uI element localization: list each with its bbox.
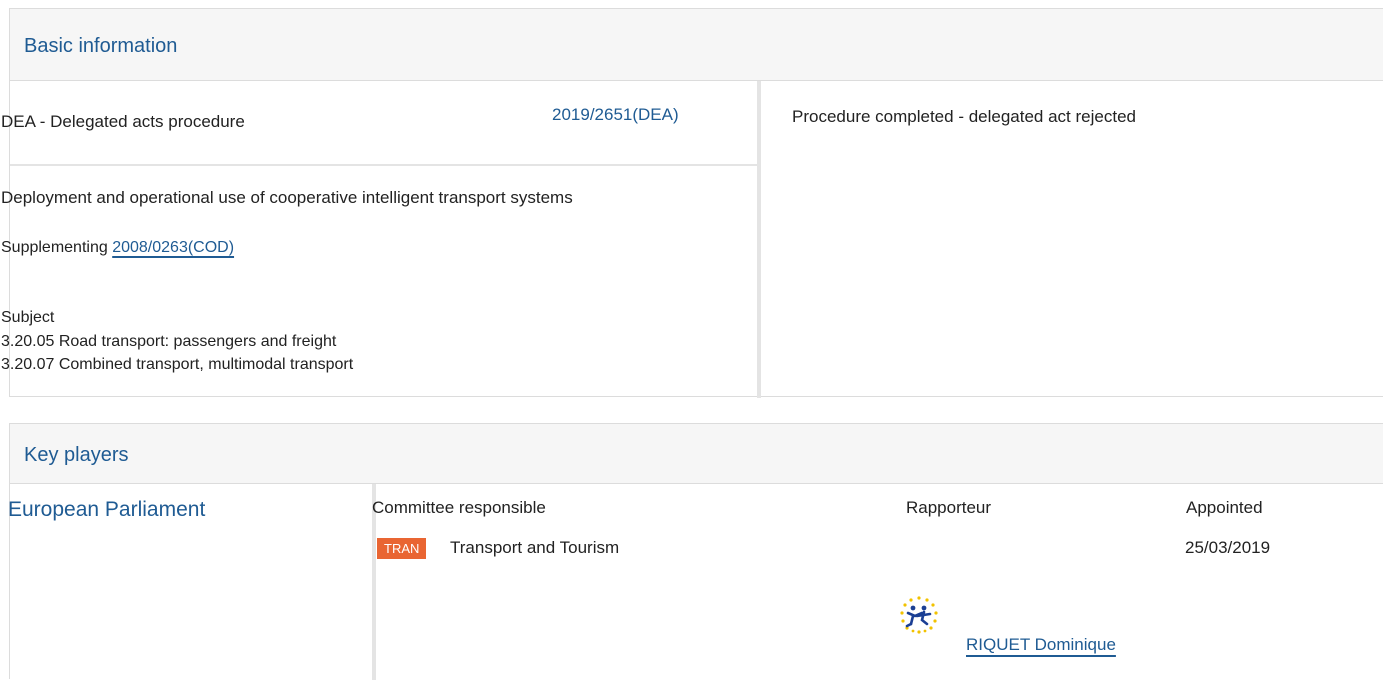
appointed-date: 25/03/2019 [1185,538,1271,557]
basic-information-left-column: DEA - Delegated acts procedure 2019/2651… [1,81,761,398]
appointed-column-header: Appointed [1186,498,1263,517]
basic-information-header: Basic information [10,9,1383,81]
key-players-panel: Key players European Parliament Committe… [8,423,1383,680]
procedure-reference-link[interactable]: 2019/2651(DEA) [552,105,679,125]
procedure-title: Deployment and operational use of cooper… [1,188,573,207]
supplementing-reference-link[interactable]: 2008/0263(COD) [112,239,234,256]
supplementing-label: Supplementing [1,239,108,256]
subject-label: Subject [1,309,55,326]
committee-column-header: Committee responsible [372,498,546,517]
committee-name: Transport and Tourism [450,538,620,557]
institution-label: European Parliament [8,498,206,521]
basic-information-panel: Basic information DEA - Delegated acts p… [1,8,1383,398]
subject-item: 3.20.05 Road transport: passengers and f… [1,333,337,350]
committee-badge: TRAN [377,538,427,559]
renew-europe-logo-icon [900,596,938,634]
procedure-status: Procedure completed - delegated act reje… [792,107,1136,126]
rapporteur-link[interactable]: RIQUET Dominique [966,635,1116,655]
subject-item: 3.20.07 Combined transport, multimodal t… [1,356,354,373]
key-players-header: Key players [10,424,1383,484]
procedure-type-row: DEA - Delegated acts procedure 2019/2651… [1,81,757,166]
procedure-type: DEA - Delegated acts procedure [1,112,245,131]
supplementing-line: Supplementing 2008/0263(COD) [1,239,234,257]
rapporteur-column-header: Rapporteur [906,498,992,517]
